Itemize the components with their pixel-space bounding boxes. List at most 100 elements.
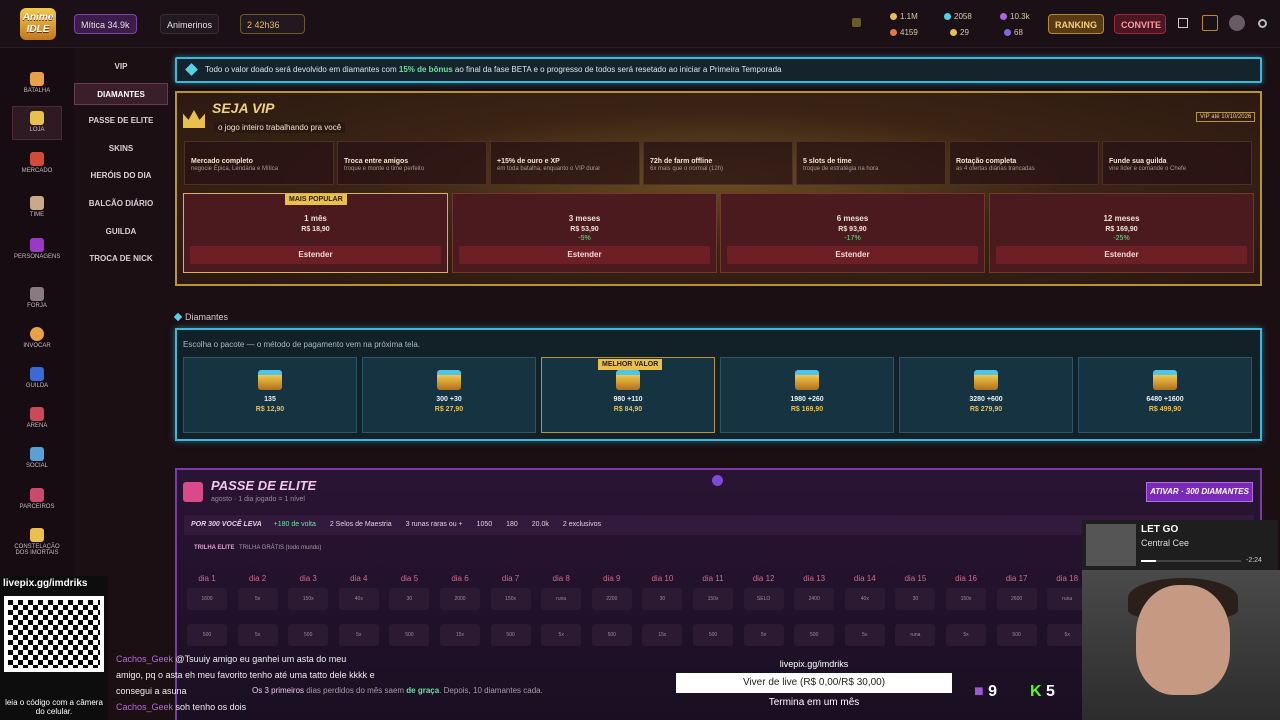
elite-reward-slot[interactable]: 40x <box>844 588 885 610</box>
day-label: dia 7 <box>501 574 520 583</box>
pack-amount: 6480 +1600 <box>1146 396 1184 403</box>
elite-perk: 2 exclusivos <box>562 521 601 528</box>
day-label: dia 8 <box>552 574 570 583</box>
sidebar-item-personagens[interactable]: PERSONAGENS <box>14 238 60 260</box>
elite-reward-slot[interactable]: 30 <box>895 588 936 610</box>
submenu-diamantes[interactable]: DIAMANTES <box>74 83 168 105</box>
ranking-button[interactable]: RANKING <box>1048 14 1104 34</box>
diamond-pack[interactable]: 6480 +1600 R$ 499,90 <box>1078 357 1252 433</box>
free-reward-slot[interactable]: 5x <box>237 624 278 646</box>
free-reward-slot[interactable]: 5x <box>844 624 885 646</box>
free-reward-slot[interactable]: 15x <box>440 624 480 646</box>
elite-reward-slot[interactable]: 150x <box>693 588 733 610</box>
elite-reward-slot[interactable]: runa <box>541 588 582 610</box>
chest-icon <box>258 370 282 390</box>
extend-button[interactable]: Estender <box>459 246 710 264</box>
settings-icon[interactable] <box>1258 19 1267 28</box>
elite-reward-slot[interactable]: 150x <box>288 588 329 610</box>
diamond-pack[interactable]: 3280 +600 R$ 279,90 <box>899 357 1073 433</box>
elite-reward-slot[interactable]: 2200 <box>591 588 632 610</box>
day-label: dia 4 <box>350 574 368 583</box>
free-reward-slot[interactable]: 500 <box>996 624 1037 646</box>
free-reward-slot[interactable]: 15x <box>642 624 683 646</box>
sidebar-item-constelacao[interactable]: CONSTELAÇÃO DOS IMORTAIS <box>14 528 60 556</box>
sidebar-item-mercado[interactable]: MERCADO <box>14 152 60 174</box>
sidebar-item-forja[interactable]: FORJA <box>14 287 60 309</box>
sidebar-item-invocar[interactable]: INVOCAR <box>14 327 60 349</box>
convite-button[interactable]: CONVITE <box>1114 14 1166 34</box>
timer-badge[interactable]: 2 42h36 <box>240 14 305 34</box>
username-badge[interactable]: Animerinos <box>160 14 220 34</box>
activate-button[interactable]: ATIVAR · 300 DIAMANTES <box>1146 482 1253 502</box>
diamond-pack[interactable]: 135 R$ 12,90 <box>183 357 357 433</box>
extend-button[interactable]: Estender <box>727 246 978 264</box>
sidebar-item-guilda[interactable]: GUILDA <box>14 367 60 389</box>
kick-counter: K 5 <box>1030 683 1055 700</box>
day-label: dia 11 <box>702 574 724 583</box>
notification-icon[interactable] <box>852 18 861 27</box>
diamond-pack[interactable]: 300 +30 R$ 27,90 <box>362 357 536 433</box>
elite-reward-slot[interactable]: 2600 <box>996 588 1037 610</box>
submenu-skins[interactable]: SKINS <box>74 138 168 160</box>
submenu-vip[interactable]: VIP <box>74 56 168 78</box>
submenu-troca-nick[interactable]: TROCA DE NICK <box>74 248 168 270</box>
gem-stat: 10.3k <box>1000 12 1030 21</box>
elite-reward-slot[interactable]: 5x <box>237 588 278 610</box>
elite-reward-slot[interactable]: 30 <box>389 588 430 610</box>
elite-reward-slot[interactable]: 40x <box>338 588 379 610</box>
free-reward-slot[interactable]: 500 <box>591 624 632 646</box>
pack-amount: 1980 +260 <box>790 396 824 403</box>
app-logo[interactable]: Anime IDLE <box>20 8 56 40</box>
social-icon <box>30 447 44 461</box>
sidebar-item-time[interactable]: TIME <box>14 196 60 218</box>
extend-button[interactable]: Estender <box>190 246 441 264</box>
sidebar-item-social[interactable]: SOCIAL <box>14 447 60 469</box>
popular-badge: MAIS POPULAR <box>285 194 347 205</box>
elite-reward-slot[interactable]: 150x <box>490 588 531 610</box>
music-artist: Central Cee <box>1141 538 1190 548</box>
webcam-face <box>1136 585 1230 695</box>
vip-perk: +15% de ouro e XP em toda batalha, enquan… <box>490 141 640 185</box>
avatar[interactable] <box>1229 15 1245 31</box>
plan-price: R$ 53,90 <box>570 226 599 233</box>
sidebar-item-parceiros[interactable]: PARCEIROS <box>14 488 60 510</box>
submenu-passe-elite[interactable]: PASSE DE ELITE <box>74 110 168 132</box>
diamond-stat: 2058 <box>944 12 972 21</box>
free-reward-slot[interactable]: 5x <box>541 624 582 646</box>
free-reward-slot[interactable]: 5x <box>338 624 379 646</box>
submenu-herois[interactable]: HERÓIS DO DIA <box>74 165 168 187</box>
elite-reward-slot[interactable]: SELO <box>743 588 784 610</box>
free-reward-slot[interactable]: 500 <box>693 624 733 646</box>
elite-reward-slot[interactable]: 1600 <box>187 588 227 610</box>
banner-text: Todo o valor doado será devolvido em dia… <box>205 65 399 74</box>
sidebar-item-batalha[interactable]: BATALHA <box>14 72 60 94</box>
day-label: dia 5 <box>400 574 419 583</box>
extend-button[interactable]: Estender <box>996 246 1247 264</box>
plan-price: R$ 18,90 <box>301 226 330 233</box>
elite-reward-slot[interactable]: 150x <box>946 588 986 610</box>
codex-icon[interactable] <box>1178 18 1188 28</box>
mail-icon[interactable] <box>1202 15 1218 31</box>
elite-footer-note: Os 3 primeiros dias perdidos do mês saem… <box>252 686 543 695</box>
pack-price: R$ 169,90 <box>790 406 824 413</box>
sidebar-item-loja[interactable]: LOJA <box>12 106 62 140</box>
free-reward-slot[interactable]: 5x <box>946 624 986 646</box>
elite-reward-slot[interactable]: 2000 <box>440 588 480 610</box>
free-reward-slot[interactable]: 5x <box>743 624 784 646</box>
elite-reward-slot[interactable]: 30 <box>642 588 683 610</box>
submenu-guilda[interactable]: GUILDA <box>74 221 168 243</box>
elite-reward-slot[interactable]: 2400 <box>794 588 835 610</box>
album-art <box>1086 524 1136 566</box>
sidebar-label: GUILDA <box>25 383 49 389</box>
free-reward-slot[interactable]: 500 <box>389 624 430 646</box>
diamond-pack[interactable]: 1980 +260 R$ 169,90 <box>720 357 894 433</box>
help-icon[interactable] <box>712 475 723 486</box>
free-reward-slot[interactable]: 500 <box>187 624 227 646</box>
free-reward-slot[interactable]: 500 <box>288 624 329 646</box>
free-reward-slot[interactable]: 500 <box>490 624 531 646</box>
submenu-balcao[interactable]: BALCÃO DIÁRIO <box>74 193 168 215</box>
rank-badge[interactable]: Mítica 34.9k <box>74 14 137 34</box>
sidebar-item-arena[interactable]: ARENA <box>14 407 60 429</box>
free-reward-slot[interactable]: 500 <box>794 624 835 646</box>
free-reward-slot[interactable]: runa <box>895 624 936 646</box>
